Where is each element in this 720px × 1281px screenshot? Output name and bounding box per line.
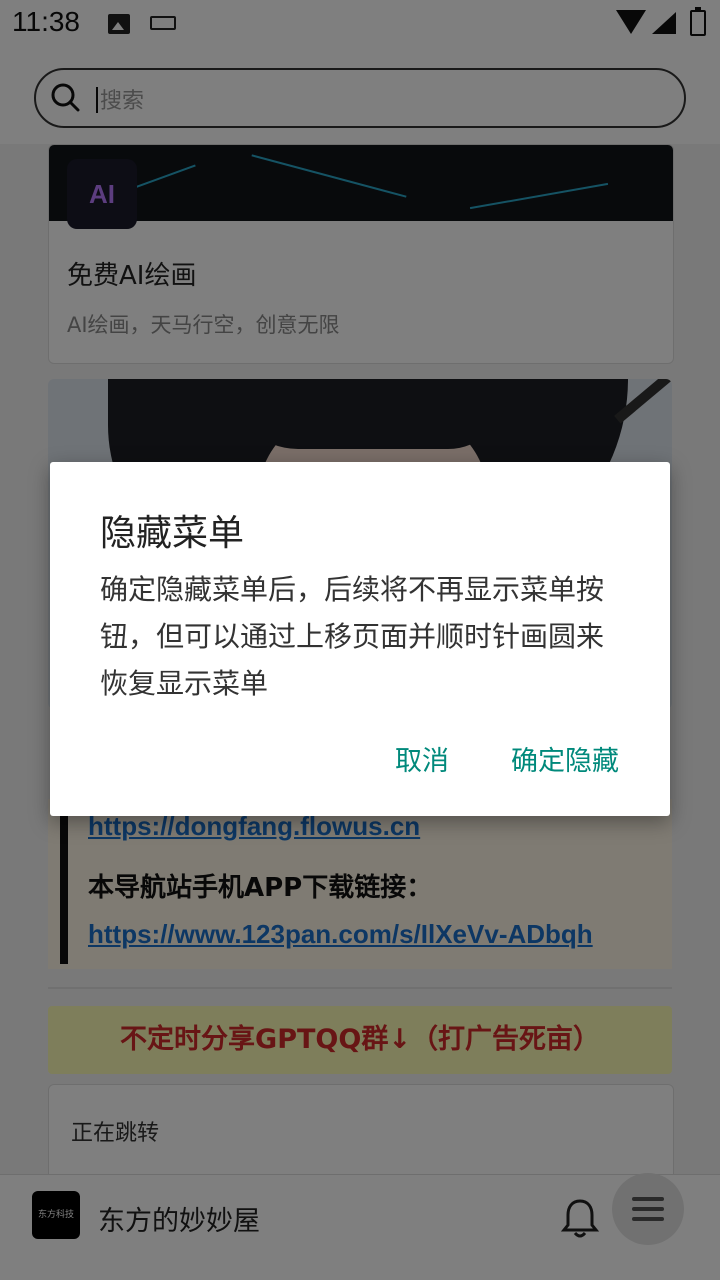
dialog-title: 隐藏菜单 bbox=[100, 513, 245, 554]
cancel-button[interactable]: 取消 bbox=[380, 732, 464, 792]
hide-menu-dialog: 隐藏菜单 确定隐藏菜单后，后续将不再显示菜单按钮，但可以通过上移页面并顺时针画圆… bbox=[50, 462, 670, 816]
confirm-hide-button[interactable]: 确定隐藏 bbox=[500, 732, 630, 792]
dialog-message: 确定隐藏菜单后，后续将不再显示菜单按钮，但可以通过上移页面并顺时针画圆来恢复显示… bbox=[100, 573, 605, 700]
